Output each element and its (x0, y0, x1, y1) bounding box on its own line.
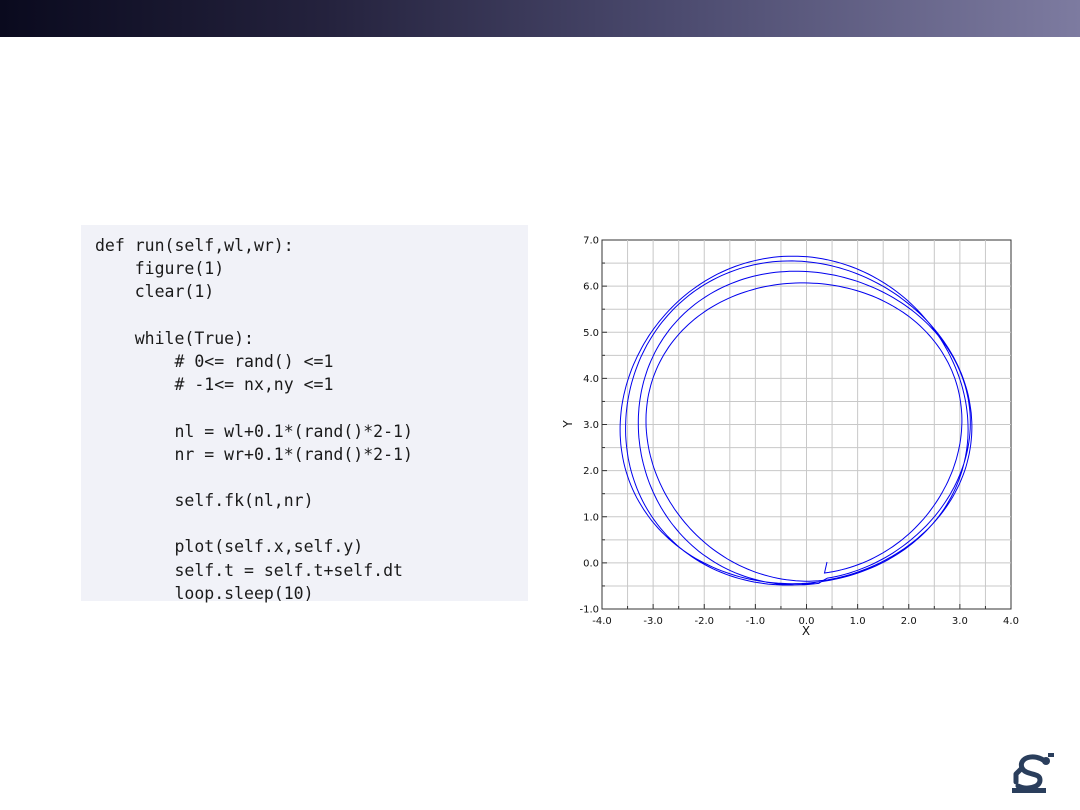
x-tick-label: -4.0 (592, 616, 612, 627)
x-tick-label: -2.0 (694, 616, 714, 627)
code-line: nr = wr+0.1*(rand()*2-1) (95, 444, 413, 464)
code-line: nl = wl+0.1*(rand()*2-1) (95, 421, 413, 441)
y-tick-label: 6.0 (583, 282, 599, 293)
x-axis-label: X (802, 624, 810, 638)
header-bar (0, 0, 1080, 37)
code-line: # 0<= rand() <=1 (95, 351, 334, 371)
y-tick-label: 3.0 (583, 420, 599, 431)
trajectory-plot: -4.0 -3.0 -2.0 -1.0 0.0 1.0 2.0 3.0 4.0-1.00.01.… (561, 236, 1019, 639)
code-line: loop.sleep(10) (95, 583, 314, 603)
code-line: # -1<= nx,ny <=1 (95, 375, 334, 395)
code-line: while(True): (95, 328, 254, 348)
x-tick-label: 4.0 (1003, 616, 1019, 627)
code-line: clear(1) (95, 282, 215, 302)
code-line: plot(self.x,self.y) (95, 537, 364, 557)
code-line: self.t = self.t+self.dt (95, 560, 403, 580)
trajectory-chart: -4.0 -3.0 -2.0 -1.0 0.0 1.0 2.0 3.0 4.0 -1.0 0.0 1.… (545, 220, 1035, 650)
y-tick-label: 1.0 (583, 512, 599, 523)
code-line: self.fk(nl,nr) (95, 491, 314, 511)
x-tick-label: -1.0 (746, 616, 766, 627)
x-tick-label: -3.0 (643, 616, 663, 627)
code-line: figure(1) (95, 259, 225, 279)
y-tick-label: 2.0 (583, 466, 599, 477)
y-tick-label: 7.0 (583, 236, 599, 247)
y-tick-label: 4.0 (583, 374, 599, 385)
y-tick-label: 0.0 (583, 558, 599, 569)
code-line: def run(self,wl,wr): (95, 236, 294, 255)
x-tick-label: 1.0 (850, 616, 866, 627)
y-axis-label: Y (561, 420, 575, 429)
y-tick-label: 5.0 (583, 328, 599, 339)
code-panel: def run(self,wl,wr): figure(1) clear(1) … (81, 225, 528, 603)
robot-arm-logo-icon (1006, 746, 1056, 794)
y-tick-label: -1.0 (579, 605, 599, 616)
x-tick-label: 2.0 (901, 616, 917, 627)
x-tick-label: 3.0 (952, 616, 968, 627)
